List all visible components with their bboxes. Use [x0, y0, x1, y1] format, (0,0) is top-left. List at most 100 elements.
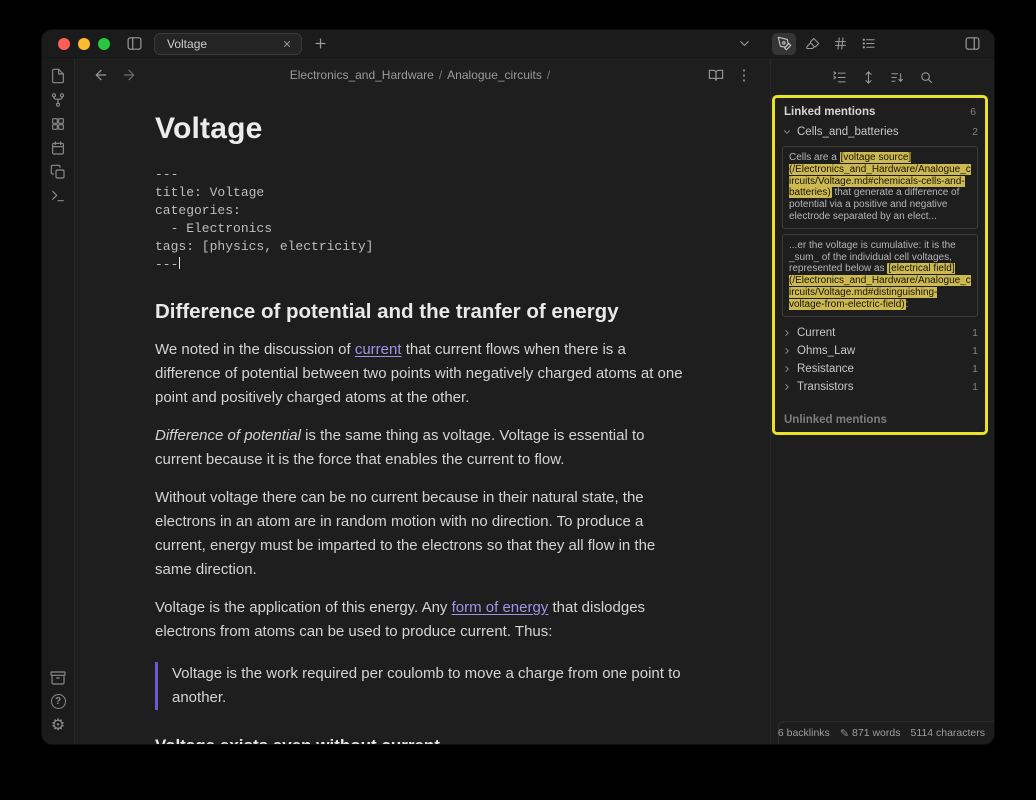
- backlink-snippets: Cells are a [voltage source](/Electronic…: [775, 146, 985, 324]
- text-segment: Without voltage there can be no current …: [155, 489, 655, 578]
- paragraph: Difference of potential is the same thin…: [155, 424, 685, 472]
- question-mark-glyph: ?: [51, 694, 66, 709]
- frontmatter-line: tags: [physics, electricity]: [155, 238, 685, 256]
- zoom-window-button[interactable]: [98, 38, 110, 50]
- canvas-icon[interactable]: [45, 113, 71, 134]
- status-character-count: 5114 characters: [910, 727, 985, 739]
- backlink-group-name: Current: [797, 327, 835, 339]
- chevron-right-icon: [782, 346, 792, 356]
- backlink-group-current[interactable]: Current 1: [775, 324, 985, 342]
- editing-toolbar: [772, 33, 880, 55]
- right-sidebar: Linked mentions 6 Cells_and_batteries 2 …: [770, 58, 994, 744]
- calendar-icon[interactable]: [45, 137, 71, 158]
- frontmatter-line: ---: [155, 166, 685, 184]
- reading-mode-icon[interactable]: [704, 64, 728, 86]
- close-tab-icon[interactable]: [278, 33, 296, 55]
- frontmatter-line: ---: [155, 256, 685, 274]
- terminal-icon[interactable]: [45, 185, 71, 206]
- section-heading: Difference of potential and the tranfer …: [155, 300, 685, 324]
- toggle-left-sidebar-icon[interactable]: [122, 33, 146, 55]
- backlink-group-count: 2: [972, 126, 978, 138]
- chevron-right-icon: [782, 382, 792, 392]
- sort-order-icon[interactable]: [886, 67, 908, 87]
- vault-switcher-icon[interactable]: [45, 667, 71, 688]
- gear-glyph: ⚙: [51, 718, 65, 734]
- paragraph: We noted in the discussion of current th…: [155, 338, 685, 410]
- backlink-group-name: Cells_and_batteries: [797, 126, 899, 138]
- status-word-count: ✎ 871 words: [840, 727, 901, 740]
- internal-link[interactable]: form of energy: [452, 599, 549, 616]
- status-backlinks[interactable]: 6 backlinks: [778, 727, 830, 739]
- new-note-icon[interactable]: [45, 65, 71, 86]
- backlink-group-name: Resistance: [797, 363, 854, 375]
- frontmatter-delimiter: ---: [155, 257, 178, 272]
- back-arrow-icon[interactable]: [89, 64, 113, 86]
- frontmatter-line: categories:: [155, 202, 685, 220]
- text-segment: Voltage is the application of this energ…: [155, 599, 452, 616]
- paragraph: Without voltage there can be no current …: [155, 486, 685, 582]
- chevron-down-icon: [782, 127, 792, 137]
- list-collapse-icon[interactable]: [828, 67, 850, 87]
- section-heading: Voltage exists even without current: [155, 736, 685, 744]
- breadcrumb: Electronics_and_Hardware / Analogue_circui…: [145, 68, 700, 82]
- forward-arrow-icon[interactable]: [117, 64, 141, 86]
- text-cursor: [179, 257, 180, 269]
- window-controls: [58, 38, 110, 50]
- backlink-group-cells-and-batteries[interactable]: Cells_and_batteries 2: [775, 123, 985, 141]
- backlink-group-resistance[interactable]: Resistance 1: [775, 360, 985, 378]
- obsidian-window: Voltage: [42, 30, 994, 744]
- titlebar: Voltage: [42, 30, 994, 58]
- toggle-right-sidebar-icon[interactable]: [960, 33, 984, 55]
- bullet-list-icon[interactable]: [856, 33, 880, 55]
- breadcrumb-folder[interactable]: Analogue_circuits: [447, 68, 542, 82]
- linked-mentions-header[interactable]: Linked mentions 6: [775, 98, 985, 123]
- status-bar: 6 backlinks ✎ 871 words 5114 characters: [778, 721, 994, 744]
- highlighter-icon[interactable]: [800, 33, 824, 55]
- backlinks-pane-controls: [771, 58, 994, 92]
- breadcrumb-separator: /: [547, 68, 550, 82]
- view-header: Electronics_and_Hardware / Analogue_circui…: [75, 58, 770, 92]
- search-icon[interactable]: [915, 67, 937, 87]
- pen-tool-icon[interactable]: [772, 33, 796, 55]
- minimize-window-button[interactable]: [78, 38, 90, 50]
- breadcrumb-folder[interactable]: Electronics_and_Hardware: [290, 68, 434, 82]
- frontmatter-line: - Electronics: [155, 220, 685, 238]
- templates-icon[interactable]: [45, 161, 71, 182]
- vertical-dots-glyph: ⋮: [737, 68, 752, 83]
- text-segment: We noted in the discussion of: [155, 341, 355, 358]
- backlink-group-transistors[interactable]: Transistors 1: [775, 378, 985, 396]
- note-content[interactable]: Voltage --- title: Voltage categories: -…: [75, 92, 770, 744]
- frontmatter-line: title: Voltage: [155, 184, 685, 202]
- tab-voltage[interactable]: Voltage: [154, 33, 302, 55]
- backlink-group-name: Ohms_Law: [797, 345, 855, 357]
- editor-pane: Electronics_and_Hardware / Analogue_circui…: [75, 58, 770, 744]
- backlink-group-count: 1: [972, 327, 978, 339]
- graph-view-icon[interactable]: [45, 89, 71, 110]
- unlinked-mentions-header[interactable]: Unlinked mentions: [775, 406, 985, 434]
- backlink-snippet[interactable]: ...er the voltage is cumulative: it is t…: [782, 234, 978, 317]
- text-segment: Cells are a: [789, 152, 840, 163]
- hash-icon[interactable]: [828, 33, 852, 55]
- pencil-icon: ✎: [840, 727, 849, 740]
- backlink-group-ohms-law[interactable]: Ohms_Law 1: [775, 342, 985, 360]
- window-body: ? ⚙ Electronics_and_Hardware/Analogue_c: [42, 58, 994, 744]
- more-options-icon[interactable]: ⋮: [732, 64, 756, 86]
- internal-link[interactable]: current: [355, 341, 402, 358]
- tab-dropdown-chevron-icon[interactable]: [732, 33, 756, 55]
- left-ribbon: ? ⚙: [42, 58, 75, 744]
- help-icon[interactable]: ?: [45, 691, 71, 712]
- backlink-group-name: Transistors: [797, 381, 853, 393]
- backlink-group-count: 1: [972, 363, 978, 375]
- backlink-snippet[interactable]: Cells are a [voltage source](/Electronic…: [782, 146, 978, 229]
- chevron-right-icon: [782, 328, 792, 338]
- new-tab-icon[interactable]: [308, 33, 332, 55]
- expand-all-icon[interactable]: [857, 67, 879, 87]
- emphasis-text: Difference of potential: [155, 427, 301, 444]
- blockquote-text: Voltage is the work required per coulomb…: [172, 662, 685, 710]
- frontmatter-block[interactable]: --- title: Voltage categories: - Electro…: [155, 166, 685, 274]
- desktop-background: Voltage: [0, 0, 1036, 800]
- word-count: 871 words: [852, 727, 900, 739]
- text-segment: :: [906, 299, 909, 310]
- settings-gear-icon[interactable]: ⚙: [45, 715, 71, 736]
- close-window-button[interactable]: [58, 38, 70, 50]
